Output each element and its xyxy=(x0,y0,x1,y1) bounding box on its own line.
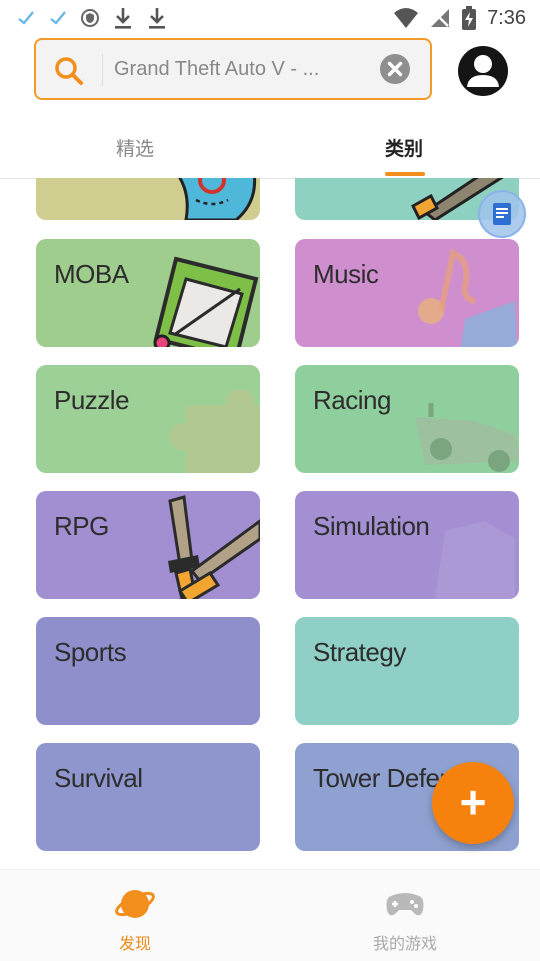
category-label: Music xyxy=(313,259,379,289)
card-background xyxy=(36,743,260,851)
status-time: 7:36 xyxy=(487,6,526,29)
search-divider xyxy=(102,54,103,86)
category-card-rpg[interactable]: RPG xyxy=(36,491,260,599)
tab-featured[interactable]: 精选 xyxy=(116,134,154,161)
close-icon[interactable] xyxy=(380,54,410,84)
no-signal-icon xyxy=(431,9,450,27)
puzzle-piece-icon xyxy=(170,389,260,473)
category-card-moba[interactable]: MOBA xyxy=(36,239,260,347)
search-input[interactable]: Grand Theft Auto V - ... xyxy=(114,58,319,81)
nav-my-games-label: 我的游戏 xyxy=(372,936,437,953)
check-icon xyxy=(50,11,66,25)
card-background xyxy=(36,617,260,725)
category-label: Racing xyxy=(313,385,391,415)
bottom-navigation: 发现 我的游戏 xyxy=(0,869,540,961)
check-icon xyxy=(18,11,34,25)
category-card-partial[interactable] xyxy=(36,178,260,220)
tab-categories[interactable]: 类别 xyxy=(385,134,423,161)
clear-search-button[interactable] xyxy=(380,54,410,84)
card-background xyxy=(295,617,519,725)
document-icon[interactable] xyxy=(480,192,524,236)
category-label: Sports xyxy=(54,637,127,667)
add-button[interactable]: + xyxy=(432,762,514,844)
nav-my-games[interactable]: 我的游戏 xyxy=(270,870,540,961)
category-card-puzzle[interactable]: Puzzle xyxy=(36,365,260,473)
category-label: Survival xyxy=(54,763,143,793)
category-label: Simulation xyxy=(313,511,430,541)
category-label: Puzzle xyxy=(54,385,130,415)
system-status: 7:36 xyxy=(393,6,526,30)
category-label: MOBA xyxy=(54,259,129,289)
active-tab-indicator xyxy=(385,172,425,176)
wifi-icon xyxy=(394,8,419,28)
brain-art-icon xyxy=(178,178,257,220)
download-icon xyxy=(149,8,165,29)
swords-art-icon xyxy=(168,495,260,599)
category-card-survival[interactable]: Survival xyxy=(36,743,260,851)
racing-car-icon xyxy=(415,403,519,472)
category-card-simulation[interactable]: Simulation xyxy=(295,491,519,599)
music-note-icon xyxy=(418,248,517,347)
nav-discover[interactable]: 发现 xyxy=(0,870,270,961)
category-card-music[interactable]: Music xyxy=(295,239,519,347)
status-bar: 7:36 xyxy=(0,0,540,36)
shield-icon xyxy=(81,9,99,27)
category-label: RPG xyxy=(54,511,109,541)
user-avatar[interactable] xyxy=(458,46,508,96)
planet-icon[interactable] xyxy=(115,886,155,926)
search-icon[interactable] xyxy=(54,56,84,86)
category-card-racing[interactable]: Racing xyxy=(295,365,519,473)
moba-art-icon xyxy=(153,256,259,347)
battery-charging-icon xyxy=(462,6,477,30)
search-bar[interactable]: Grand Theft Auto V - ... xyxy=(34,38,432,100)
plus-label[interactable]: + xyxy=(432,762,514,844)
download-icon xyxy=(115,8,131,29)
category-label: Strategy xyxy=(313,637,406,667)
tab-bar: 精选 类别 xyxy=(0,120,540,179)
notification-icons xyxy=(16,6,168,30)
category-card-sports[interactable]: Sports xyxy=(36,617,260,725)
building-art-icon xyxy=(435,521,515,599)
gamepad-icon[interactable] xyxy=(385,888,425,920)
category-card-strategy[interactable]: Strategy xyxy=(295,617,519,725)
floating-document-button[interactable] xyxy=(478,190,526,238)
nav-discover-label: 发现 xyxy=(118,936,151,953)
user-icon[interactable] xyxy=(458,46,508,96)
